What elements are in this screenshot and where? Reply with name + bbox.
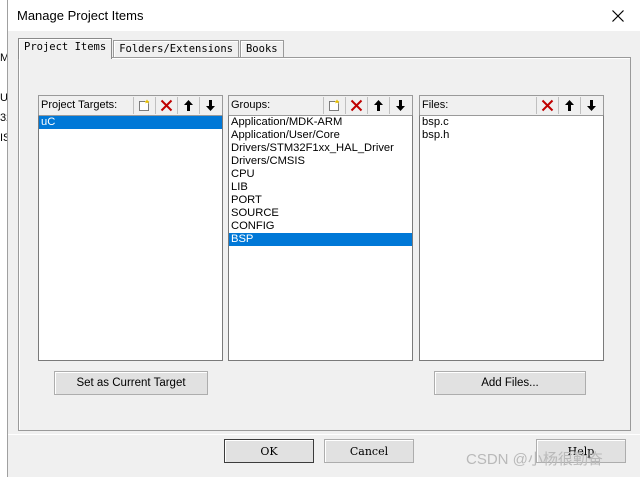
cancel-button[interactable]: Cancel xyxy=(324,439,414,463)
list-item[interactable]: Application/User/Core xyxy=(229,129,412,142)
arrow-up-icon xyxy=(565,100,574,111)
project-targets-list[interactable]: uC xyxy=(38,115,223,361)
move-group-down-button[interactable] xyxy=(389,97,411,114)
list-item[interactable]: PORT xyxy=(229,194,412,207)
list-item[interactable]: CPU xyxy=(229,168,412,181)
files-label: Files: xyxy=(422,99,449,111)
window-title: Manage Project Items xyxy=(17,8,144,23)
arrow-up-icon xyxy=(184,100,193,111)
delete-icon xyxy=(541,99,554,112)
move-file-up-button[interactable] xyxy=(558,97,580,114)
list-item[interactable]: Drivers/STM32F1xx_HAL_Driver xyxy=(229,142,412,155)
files-toolbar xyxy=(536,97,602,114)
add-files-button[interactable]: Add Files... xyxy=(434,371,586,395)
close-button[interactable] xyxy=(595,0,640,31)
title-bar: Manage Project Items xyxy=(8,0,640,31)
list-item[interactable]: uC xyxy=(39,116,222,129)
move-target-up-button[interactable] xyxy=(177,97,199,114)
new-item-icon xyxy=(329,99,340,111)
list-item[interactable]: bsp.h xyxy=(420,129,603,142)
project-targets-header: Project Targets: xyxy=(38,95,223,115)
new-item-icon xyxy=(139,99,150,111)
project-targets-label: Project Targets: xyxy=(41,99,118,111)
move-group-up-button[interactable] xyxy=(367,97,389,114)
list-item[interactable]: bsp.c xyxy=(420,116,603,129)
list-item[interactable]: SOURCE xyxy=(229,207,412,220)
files-list[interactable]: bsp.c bsp.h xyxy=(419,115,604,361)
list-item[interactable]: Application/MDK-ARM xyxy=(229,116,412,129)
delete-icon xyxy=(160,99,173,112)
files-header: Files: xyxy=(419,95,604,115)
move-target-down-button[interactable] xyxy=(199,97,221,114)
delete-group-button[interactable] xyxy=(345,97,367,114)
list-item[interactable]: Drivers/CMSIS xyxy=(229,155,412,168)
arrow-down-icon xyxy=(206,100,215,111)
divider xyxy=(8,434,640,435)
groups-list[interactable]: Application/MDK-ARM Application/User/Cor… xyxy=(228,115,413,361)
new-target-button[interactable] xyxy=(133,97,155,114)
arrow-down-icon xyxy=(396,100,405,111)
list-item[interactable]: LIB xyxy=(229,181,412,194)
help-button[interactable]: Help xyxy=(536,439,626,463)
arrow-up-icon xyxy=(374,100,383,111)
project-targets-pane: Project Targets: uC xyxy=(38,95,223,361)
tab-project-items[interactable]: Project Items xyxy=(18,38,113,59)
groups-label: Groups: xyxy=(231,99,271,111)
close-icon xyxy=(612,9,624,22)
move-file-down-button[interactable] xyxy=(580,97,602,114)
groups-toolbar xyxy=(323,97,411,114)
files-pane: Files: bsp.c bsp.h xyxy=(419,95,604,361)
new-group-button[interactable] xyxy=(323,97,345,114)
list-item[interactable]: CONFIG xyxy=(229,220,412,233)
project-targets-toolbar xyxy=(133,97,221,114)
arrow-down-icon xyxy=(587,100,596,111)
delete-file-button[interactable] xyxy=(536,97,558,114)
delete-target-button[interactable] xyxy=(155,97,177,114)
tab-books[interactable]: Books xyxy=(239,40,284,58)
manage-project-items-dialog: Manage Project Items Project Items Folde… xyxy=(7,0,640,477)
set-as-current-target-button[interactable]: Set as Current Target xyxy=(54,371,208,395)
delete-icon xyxy=(350,99,363,112)
groups-header: Groups: xyxy=(228,95,413,115)
groups-pane: Groups: Application/MDK-ARM Application/… xyxy=(228,95,413,361)
ok-button[interactable]: OK xyxy=(224,439,314,463)
tab-folders-extensions[interactable]: Folders/Extensions xyxy=(113,40,239,58)
list-item[interactable]: BSP xyxy=(229,233,412,246)
tab-strip: Project Items Folders/Extensions Books xyxy=(18,38,285,59)
